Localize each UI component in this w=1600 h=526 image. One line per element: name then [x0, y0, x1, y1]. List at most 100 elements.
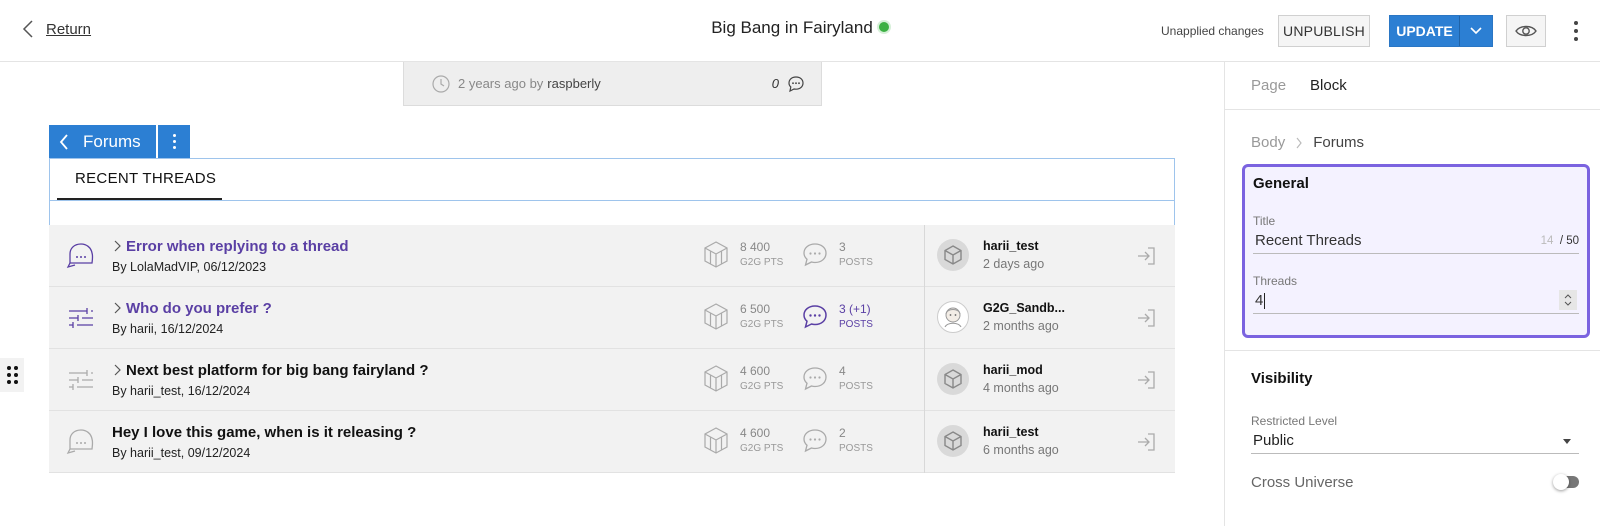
- poll-icon: [69, 308, 93, 328]
- tab-block[interactable]: Block: [1310, 77, 1347, 94]
- go-to-thread-icon[interactable]: [1135, 431, 1157, 453]
- last-activity: harii_mod 4 months ago: [983, 363, 1059, 395]
- title-char-count: 14: [1540, 234, 1554, 247]
- breadcrumb-body[interactable]: Body: [1251, 134, 1285, 151]
- posts-unit: POSTS: [839, 381, 873, 392]
- last-activity: harii_test 2 days ago: [983, 239, 1044, 271]
- chevron-up-icon[interactable]: [1564, 294, 1572, 299]
- thread-title-link[interactable]: Next best platform for big bang fairylan…: [126, 362, 429, 379]
- last-time: 4 months ago: [983, 381, 1059, 395]
- posts-value: 3: [839, 240, 846, 254]
- last-user[interactable]: G2G_Sandb...: [983, 301, 1065, 315]
- grip-dot-icon: [13, 373, 18, 377]
- last-user[interactable]: harii_mod: [983, 363, 1059, 377]
- last-user[interactable]: harii_test: [983, 239, 1044, 253]
- restricted-level-value: Public: [1253, 432, 1294, 449]
- go-to-thread-icon[interactable]: [1135, 307, 1157, 329]
- points-value: 4 600: [740, 426, 771, 440]
- kebab-dot-icon: [1574, 37, 1578, 41]
- published-status-dot: [878, 22, 889, 32]
- thread-info: Who do you prefer ? By harii, 16/12/2024: [112, 299, 272, 337]
- threads-label: Threads: [1253, 274, 1298, 288]
- cross-universe-toggle[interactable]: [1553, 474, 1579, 490]
- thread-row[interactable]: Next best platform for big bang fairylan…: [49, 349, 1175, 411]
- thread-posts: 3 POSTS: [801, 239, 873, 271]
- heading-separator: [50, 200, 1174, 201]
- restricted-level-select[interactable]: Public: [1251, 428, 1579, 454]
- chevron-right-icon: [114, 302, 121, 314]
- kebab-dot-icon: [1574, 29, 1578, 33]
- block-options-button[interactable]: [158, 125, 190, 158]
- points-cube-icon: [704, 303, 728, 330]
- kebab-dot-icon: [172, 140, 176, 143]
- unpublish-button[interactable]: UNPUBLISH: [1278, 15, 1370, 47]
- comment-icon: [803, 429, 827, 453]
- avatar: [937, 301, 969, 333]
- thread-row[interactable]: Error when replying to a thread By LolaM…: [49, 225, 1175, 287]
- grip-dot-icon: [6, 373, 11, 377]
- thread-row[interactable]: Hey I love this game, when is it releasi…: [49, 411, 1175, 473]
- general-section: General Title Recent Threads 14 / 50 Thr…: [1242, 164, 1590, 338]
- comment-icon: [803, 243, 827, 267]
- previous-card-by: by: [529, 76, 544, 91]
- section-divider: [1225, 350, 1600, 351]
- chevron-down-icon: [1470, 27, 1482, 35]
- kebab-dot-icon: [172, 146, 176, 149]
- thread-info: Hey I love this game, when is it releasi…: [112, 423, 416, 461]
- comment-icon: [803, 305, 827, 329]
- row-divider: [924, 411, 925, 473]
- go-to-thread-icon[interactable]: [1135, 245, 1157, 267]
- points-unit: G2G PTS: [740, 319, 784, 330]
- thread-title-link[interactable]: Hey I love this game, when is it releasi…: [112, 424, 416, 441]
- title-char-max: / 50: [1559, 234, 1579, 247]
- thread-byline: By harii_test, 16/12/2024: [112, 384, 251, 398]
- threads-stepper[interactable]: [1559, 290, 1577, 310]
- breadcrumb-forums: Forums: [1313, 134, 1365, 151]
- discussion-bubble-icon: [66, 429, 94, 455]
- top-bar: Return Big Bang in Fairyland Unapplied c…: [0, 0, 1600, 62]
- drag-handle[interactable]: [0, 358, 24, 392]
- grip-dot-icon: [13, 380, 18, 384]
- chevron-left-icon: [59, 133, 68, 150]
- points-cube-icon: [704, 427, 728, 454]
- forums-tab-button[interactable]: Forums: [49, 125, 156, 158]
- title-input[interactable]: Recent Threads 14 / 50: [1253, 228, 1579, 254]
- return-link[interactable]: Return: [22, 20, 91, 38]
- forums-block-tab: Forums: [49, 125, 190, 158]
- posts-value: 3 (+1): [839, 302, 871, 316]
- cross-universe-label: Cross Universe: [1251, 474, 1354, 491]
- last-time: 2 days ago: [983, 257, 1045, 271]
- avatar: [937, 239, 969, 271]
- forums-tab-label: Forums: [83, 131, 141, 151]
- chevron-down-icon[interactable]: [1564, 301, 1572, 306]
- update-button[interactable]: UPDATE: [1390, 16, 1459, 46]
- thread-posts: 3 (+1) POSTS: [801, 301, 873, 333]
- threads-count-input[interactable]: 4: [1253, 288, 1579, 314]
- last-user[interactable]: harii_test: [983, 425, 1059, 439]
- chevron-right-icon: [114, 364, 121, 376]
- points-unit: G2G PTS: [740, 443, 784, 454]
- preview-button[interactable]: [1506, 15, 1546, 47]
- thread-info: Next best platform for big bang fairylan…: [112, 361, 429, 399]
- toggle-knob: [1553, 474, 1569, 490]
- more-options-button[interactable]: [1568, 16, 1584, 46]
- thread-title-link[interactable]: Error when replying to a thread: [126, 238, 349, 255]
- thread-points: 8 400 G2G PTS: [702, 239, 783, 271]
- threads-count-value: 4: [1255, 292, 1264, 309]
- thread-byline: By harii_test, 09/12/2024: [112, 446, 251, 460]
- thread-points: 4 600 G2G PTS: [702, 425, 783, 457]
- grip-dot-icon: [13, 366, 18, 370]
- panel-tabs: Page Block: [1225, 62, 1600, 110]
- go-to-thread-icon[interactable]: [1135, 369, 1157, 391]
- points-value: 8 400: [740, 240, 771, 254]
- recent-threads-heading[interactable]: RECENT THREADS: [57, 164, 222, 200]
- return-label: Return: [46, 20, 92, 38]
- thread-title-link[interactable]: Who do you prefer ?: [126, 300, 272, 317]
- thread-posts: 2 POSTS: [801, 425, 873, 457]
- title-value: Recent Threads: [1255, 232, 1362, 249]
- tab-page[interactable]: Page: [1251, 77, 1286, 94]
- update-dropdown-button[interactable]: [1459, 16, 1492, 46]
- thread-row[interactable]: Who do you prefer ? By harii, 16/12/2024…: [49, 287, 1175, 349]
- row-divider: [924, 349, 925, 411]
- thread-info: Error when replying to a thread By LolaM…: [112, 237, 349, 275]
